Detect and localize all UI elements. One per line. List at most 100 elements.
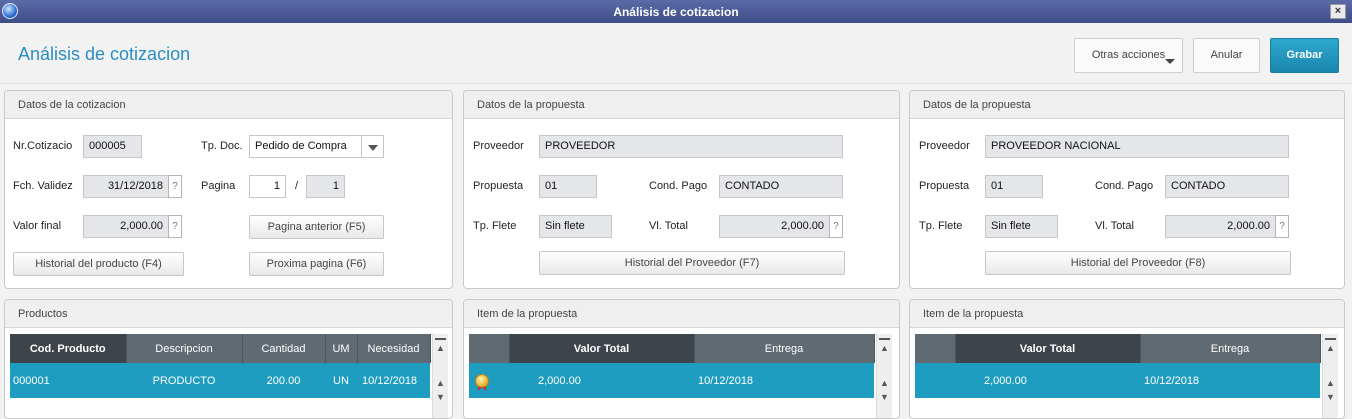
winner-cell: [915, 363, 955, 398]
pagina-separator: /: [295, 180, 299, 192]
page-title: Análisis de cotizacion: [18, 44, 191, 64]
table-row[interactable]: 2,000.00 10/12/2018: [469, 363, 874, 398]
products-scrollbar[interactable]: ▲ ▲ ▼: [432, 334, 448, 418]
tp-doc-label: Tp. Doc.: [201, 140, 243, 152]
panel-title: Datos de la cotizacion: [5, 91, 452, 119]
scroll-top-icon[interactable]: [1325, 338, 1336, 340]
column-header: [915, 334, 956, 363]
valor-final-label: Valor final: [13, 220, 62, 232]
quote-data-panel: Datos de la cotizacion Nr.Cotizacio 0000…: [4, 90, 453, 289]
close-window-button[interactable]: ×: [1330, 4, 1346, 19]
product-history-button[interactable]: Historial del producto (F4): [13, 252, 184, 276]
column-header[interactable]: Entrega: [1140, 334, 1321, 363]
table-header-row: Cod. Producto Descripcion Cantidad UM Ne…: [10, 334, 431, 363]
window-title-bar: Análisis de cotizacion ×: [0, 0, 1352, 23]
proveedor-field[interactable]: PROVEEDOR: [539, 135, 843, 158]
products-table: Cod. Producto Descripcion Cantidad UM Ne…: [10, 334, 431, 398]
column-header[interactable]: Necesidad: [357, 334, 431, 363]
pagina-label: Pagina: [201, 180, 236, 192]
quantity-cell: 200.00: [242, 363, 325, 398]
vl-total-label: Vl. Total: [1095, 220, 1134, 232]
scroll-up-icon[interactable]: ▲: [879, 378, 890, 388]
proveedor-label: Proveedor: [919, 140, 970, 152]
nr-cotizacion-label: Nr.Cotizacio: [13, 140, 73, 152]
column-header[interactable]: Cod. Producto: [10, 334, 127, 363]
description-cell: PRODUCTO: [126, 363, 242, 398]
scroll-up-icon[interactable]: ▲: [435, 378, 446, 388]
table-header-row: Valor Total Entrega: [915, 334, 1321, 363]
supplier-history-button[interactable]: Historial del Proveedor (F8): [985, 251, 1291, 275]
tp-flete-field[interactable]: Sin flete: [539, 215, 612, 238]
table-header-row: Valor Total Entrega: [469, 334, 875, 363]
chevron-down-icon[interactable]: [361, 136, 383, 157]
proveedor-field[interactable]: PROVEEDOR NACIONAL: [985, 135, 1289, 158]
tp-flete-field[interactable]: Sin flete: [985, 215, 1058, 238]
valor-final-field[interactable]: 2,000.00: [83, 215, 169, 238]
next-page-button[interactable]: Proxima pagina (F6): [249, 252, 384, 276]
column-header[interactable]: UM: [325, 334, 358, 363]
column-header[interactable]: Valor Total: [955, 334, 1141, 363]
delivery-date-cell: 10/12/2018: [1140, 363, 1320, 398]
table-row[interactable]: 000001 PRODUCTO 200.00 UN 10/12/2018: [10, 363, 430, 398]
cond-pago-label: Cond. Pago: [1095, 180, 1154, 192]
proposal-items-table: Valor Total Entrega 2,000.00 10/12/2018: [915, 334, 1321, 398]
scroll-up-icon[interactable]: ▲: [1325, 378, 1336, 388]
cond-pago-label: Cond. Pago: [649, 180, 708, 192]
panel-title: Datos de la propuesta: [910, 91, 1344, 119]
cond-pago-field[interactable]: CONTADO: [1165, 175, 1289, 198]
save-button[interactable]: Grabar: [1270, 38, 1339, 73]
vl-total-field[interactable]: 2,000.00: [1165, 215, 1276, 238]
delivery-date-cell: 10/12/2018: [694, 363, 874, 398]
previous-page-button[interactable]: Pagina anterior (F5): [249, 215, 384, 239]
scroll-down-icon[interactable]: ▼: [435, 392, 446, 402]
other-actions-button[interactable]: Otras acciones: [1074, 38, 1183, 73]
scroll-down-icon[interactable]: ▼: [1325, 392, 1336, 402]
window-title: Análisis de cotizacion: [613, 5, 739, 19]
propuesta-field[interactable]: 01: [539, 175, 597, 198]
fch-validez-help-button[interactable]: ?: [168, 175, 182, 198]
table-row[interactable]: 2,000.00 10/12/2018: [915, 363, 1320, 398]
tp-flete-label: Tp. Flete: [473, 220, 517, 232]
winner-cell: [469, 363, 509, 398]
column-header[interactable]: Valor Total: [509, 334, 695, 363]
column-header[interactable]: Cantidad: [242, 334, 326, 363]
pagina-current-field[interactable]: 1: [249, 175, 286, 198]
proposal-items-table: Valor Total Entrega 2,000.00 10/12/2018: [469, 334, 875, 398]
scroll-down-icon[interactable]: ▼: [879, 392, 890, 402]
supplier-history-button[interactable]: Historial del Proveedor (F7): [539, 251, 845, 275]
items-scrollbar[interactable]: ▲ ▲ ▼: [876, 334, 892, 418]
panel-title: Item de la propuesta: [464, 300, 899, 328]
scroll-up-icon[interactable]: ▲: [435, 343, 446, 353]
nr-cotizacion-field[interactable]: 000005: [83, 135, 142, 158]
panel-title: Item de la propuesta: [910, 300, 1344, 328]
other-actions-label: Otras acciones: [1091, 49, 1166, 61]
pagina-total-field: 1: [306, 175, 345, 198]
unit-cell: UN: [325, 363, 357, 398]
cond-pago-field[interactable]: CONTADO: [719, 175, 843, 198]
products-panel: Productos Cod. Producto Descripcion Cant…: [4, 299, 453, 419]
panel-title: Productos: [5, 300, 452, 328]
scroll-up-icon[interactable]: ▲: [1325, 343, 1336, 353]
cancel-button[interactable]: Anular: [1193, 38, 1260, 73]
panel-title: Datos de la propuesta: [464, 91, 899, 119]
items-scrollbar[interactable]: ▲ ▲ ▼: [1322, 334, 1338, 418]
need-date-cell: 10/12/2018: [357, 363, 430, 398]
scroll-top-icon[interactable]: [879, 338, 890, 340]
scroll-up-icon[interactable]: ▲: [879, 343, 890, 353]
fch-validez-field[interactable]: 31/12/2018: [83, 175, 169, 198]
tp-doc-select[interactable]: Pedido de Compra: [249, 135, 384, 158]
column-header[interactable]: Entrega: [694, 334, 875, 363]
vl-total-field[interactable]: 2,000.00: [719, 215, 830, 238]
tp-doc-selected: Pedido de Compra: [255, 140, 347, 152]
product-code-cell: 000001: [10, 363, 126, 398]
page-header: Análisis de cotizacion Otras acciones An…: [0, 23, 1352, 84]
propuesta-field[interactable]: 01: [985, 175, 1043, 198]
column-header[interactable]: Descripcion: [126, 334, 243, 363]
fch-validez-label: Fch. Validez: [13, 180, 73, 192]
vl-total-help-button[interactable]: ?: [829, 215, 843, 238]
vl-total-help-button[interactable]: ?: [1275, 215, 1289, 238]
valor-final-help-button[interactable]: ?: [168, 215, 182, 238]
proveedor-label: Proveedor: [473, 140, 524, 152]
proposal-item-panel-1: Item de la propuesta Valor Total Entrega…: [463, 299, 900, 419]
scroll-top-icon[interactable]: [435, 338, 446, 340]
